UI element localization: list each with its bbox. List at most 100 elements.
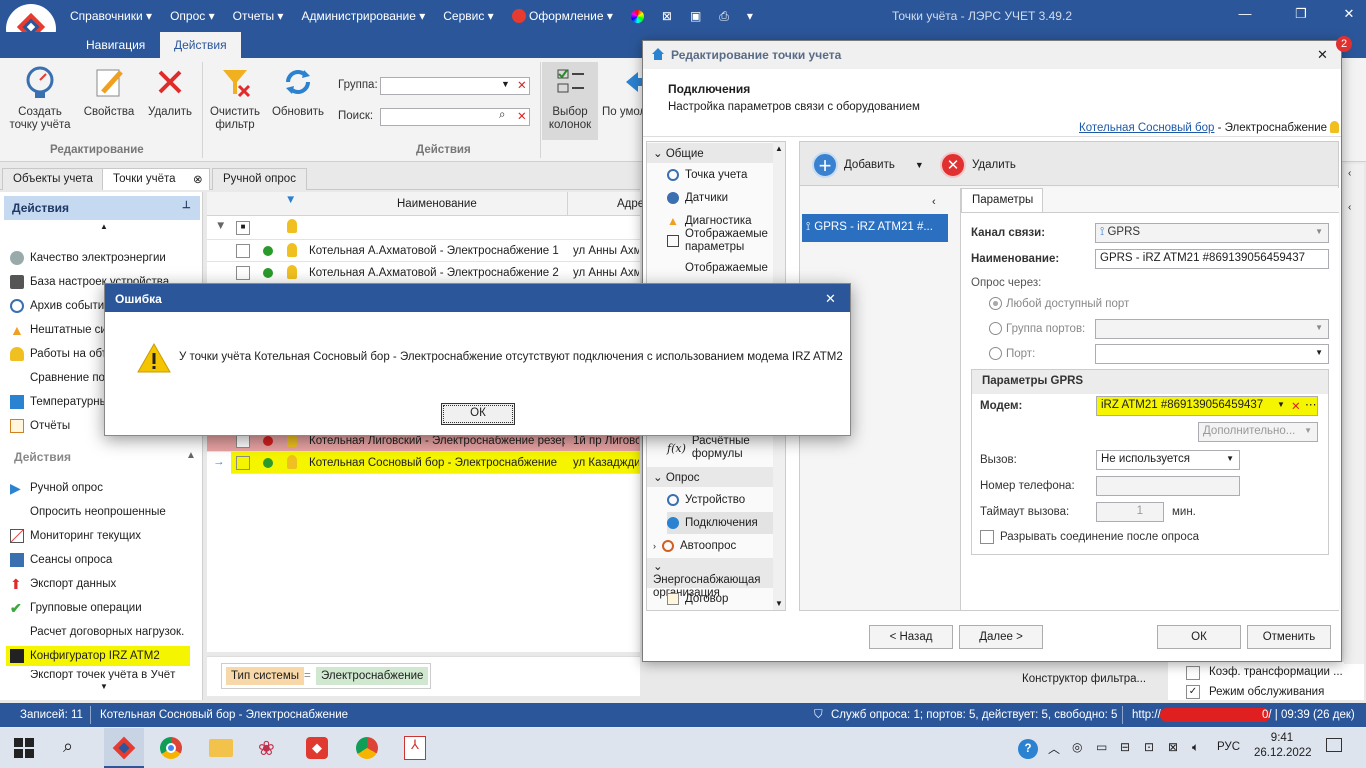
next-button[interactable]: Далее >: [959, 625, 1043, 649]
tab-manual-poll[interactable]: Ручной опрос: [212, 168, 307, 190]
nav-contract[interactable]: Договор: [667, 588, 728, 610]
port-group-radio[interactable]: [989, 322, 1002, 335]
create-point-button[interactable]: Создать точку учёта: [6, 64, 74, 132]
filter-operator[interactable]: =: [304, 670, 311, 682]
nav-section-poll[interactable]: ⌄ Опрос: [647, 467, 773, 487]
notification-badge[interactable]: 2: [1336, 36, 1352, 52]
error-ok-button[interactable]: ОК: [441, 403, 515, 425]
table-row[interactable]: Котельная А.Ахматовой - Электроснабжение…: [207, 262, 640, 284]
restore-icon[interactable]: ❐: [1292, 6, 1310, 24]
collapse-list-icon[interactable]: ‹: [932, 196, 936, 208]
notifications-icon[interactable]: [1326, 738, 1342, 752]
disconnect-checkbox[interactable]: [980, 530, 994, 544]
modem-select[interactable]: iRZ ATM21 #869139056459437 ▼ ✕ ⋯: [1096, 396, 1318, 416]
tray-icon-1[interactable]: ◎: [1072, 740, 1082, 754]
tab-objects[interactable]: Объекты учета: [2, 168, 104, 190]
pin-icon[interactable]: ⊥: [182, 200, 191, 211]
menu-design[interactable]: Оформление ▾: [511, 9, 613, 23]
anydesk-icon[interactable]: ◆: [306, 737, 328, 759]
properties-button[interactable]: Свойства: [80, 64, 138, 119]
menu-service[interactable]: Сервис ▾: [443, 9, 493, 23]
columns-button[interactable]: Выбор колонок: [542, 62, 598, 140]
menu-references[interactable]: Справочники ▾: [70, 9, 152, 23]
lers-taskbar-icon[interactable]: [104, 728, 144, 768]
folder-icon[interactable]: [209, 739, 233, 757]
clear-modem-icon[interactable]: ✕: [1291, 399, 1301, 413]
point-link[interactable]: Котельная Сосновый бор - Электроснабжени…: [1079, 121, 1340, 134]
menu-reports[interactable]: Отчеты ▾: [233, 9, 284, 23]
nav-connections[interactable]: Подключения: [667, 512, 773, 534]
nav-displayed-units[interactable]: Отображаемые единицы: [667, 262, 769, 276]
tab-points[interactable]: Точки учёта ⊗: [102, 168, 210, 190]
filter-column-icon[interactable]: ▼: [285, 194, 296, 206]
print-icon[interactable]: ⎙: [719, 9, 729, 24]
port-radio[interactable]: [989, 347, 1002, 360]
call-select[interactable]: Не используется ▼: [1096, 450, 1240, 470]
filter-expression[interactable]: Тип системы = Электроснабжение: [221, 663, 431, 689]
search-icon[interactable]: ⌕: [63, 736, 73, 757]
network-tool-icon[interactable]: ❀: [258, 736, 275, 761]
scroll-up-icon[interactable]: ▲: [100, 222, 108, 231]
nav-sensors[interactable]: Датчики: [667, 187, 728, 209]
menu-admin[interactable]: Администрирование ▾: [301, 9, 425, 23]
right-scrollbar[interactable]: ‹ ‹: [1344, 164, 1364, 664]
collapse-icon[interactable]: ▲: [186, 450, 196, 461]
tab-navigation[interactable]: Навигация: [72, 32, 159, 58]
refresh-button[interactable]: Обновить: [270, 64, 326, 119]
action-group-ops[interactable]: ✔ Групповые операции: [10, 598, 200, 618]
group-select[interactable]: ▼ ✕: [380, 77, 530, 95]
nav-device[interactable]: Устройство: [667, 489, 745, 511]
header-name[interactable]: Наименование: [397, 198, 477, 210]
service-mode-checkbox[interactable]: ✓: [1186, 685, 1200, 699]
volume-icon[interactable]: 🔈︎: [1192, 740, 1199, 755]
action-poll-unpolled[interactable]: Опросить неопрошенные: [10, 502, 200, 522]
tray-chevron-icon[interactable]: ︿: [1048, 740, 1060, 757]
filter-value[interactable]: Электроснабжение: [316, 667, 429, 685]
default-button[interactable]: По умол: [602, 64, 642, 119]
cancel-button[interactable]: Отменить: [1247, 625, 1331, 649]
close-editor-icon[interactable]: ✕: [1317, 47, 1328, 63]
close-tab-icon[interactable]: ⊗: [193, 172, 203, 186]
row-checkbox[interactable]: [236, 244, 250, 258]
chrome-icon[interactable]: [160, 737, 182, 759]
nav-displayed-params[interactable]: Отображаемые параметры: [667, 228, 769, 253]
tray-icon-4[interactable]: ⊡: [1144, 740, 1154, 754]
windows-start-icon[interactable]: [14, 738, 34, 758]
save-icon[interactable]: ▣: [690, 9, 701, 23]
close-dialog-icon[interactable]: ✕: [825, 291, 836, 307]
remove-connection-button[interactable]: ✕ Удалить: [940, 152, 1016, 178]
qat-dropdown-icon[interactable]: ▾: [747, 9, 753, 23]
nav-section-supplier[interactable]: ⌄ Энергоснабжающая организация: [647, 558, 773, 599]
nav-formulas[interactable]: f(x) Расчётные формулы: [667, 435, 752, 460]
clock[interactable]: 9:41 26.12.2022: [1254, 732, 1312, 759]
action-sessions[interactable]: Сеансы опроса: [10, 550, 200, 570]
phone-input[interactable]: [1096, 476, 1240, 496]
search-icon[interactable]: ⌕: [499, 109, 505, 122]
back-button[interactable]: < Назад: [869, 625, 953, 649]
pdf-icon[interactable]: ⅄: [404, 736, 426, 760]
filter-constructor-link[interactable]: Конструктор фильтра...: [1022, 673, 1146, 685]
channel-select[interactable]: ⟟ GPRS ▼: [1095, 223, 1329, 243]
minimize-icon[interactable]: —: [1236, 6, 1254, 24]
funnel-icon[interactable]: ▼: [215, 220, 226, 232]
tray-icon-5[interactable]: ⊠: [1168, 740, 1178, 754]
extra-button[interactable]: Дополнительно... ▼: [1198, 422, 1318, 442]
connection-item[interactable]: ⟟ GPRS - iRZ ATM21 #...: [802, 214, 948, 242]
any-port-radio[interactable]: [989, 297, 1002, 310]
row-checkbox[interactable]: [236, 456, 250, 470]
clear-filter-button[interactable]: Очистить фильтр: [206, 64, 264, 132]
port-group-select[interactable]: ▼: [1095, 319, 1329, 339]
action-export[interactable]: ⬆ Экспорт данных: [10, 574, 200, 594]
menu-poll[interactable]: Опрос ▾: [170, 9, 215, 23]
tab-parameters[interactable]: Параметры: [961, 188, 1043, 212]
filter-field[interactable]: Тип системы: [226, 667, 304, 685]
select-all-checkbox[interactable]: ■: [236, 221, 250, 235]
nav-section-general[interactable]: ⌄ Общие: [647, 143, 773, 163]
row-checkbox[interactable]: [236, 434, 250, 448]
action-monitoring[interactable]: Мониторинг текущих: [10, 526, 200, 546]
tray-icon-3[interactable]: ⊟: [1120, 740, 1130, 754]
chrome-profile-icon[interactable]: [356, 737, 378, 759]
help-tray-icon[interactable]: ?: [1018, 739, 1038, 759]
more-icon[interactable]: ⋯: [1305, 397, 1317, 411]
expand-icon[interactable]: ›: [653, 541, 656, 551]
